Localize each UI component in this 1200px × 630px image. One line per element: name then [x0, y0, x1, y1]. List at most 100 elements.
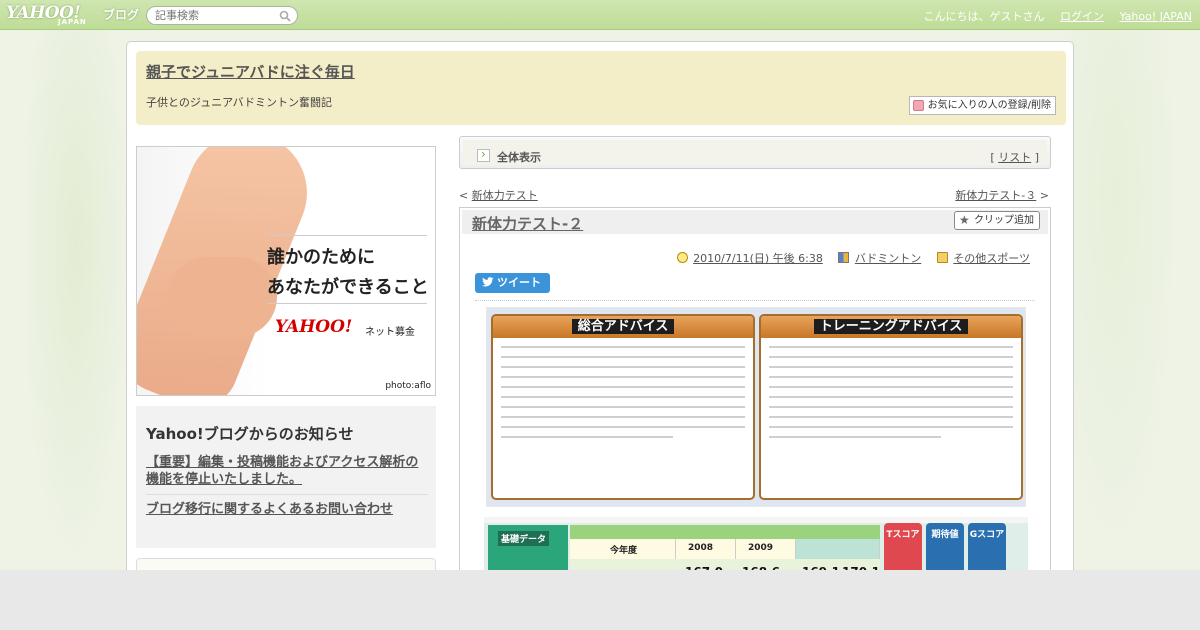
tweet-label: ツイート: [497, 276, 541, 289]
next-mark: >: [1039, 189, 1049, 202]
text-line: [501, 416, 745, 418]
training-advice-title-text: トレーニングアドバイス: [813, 319, 969, 334]
table-cell: [796, 539, 880, 559]
notice-divider: [146, 494, 428, 495]
view-mode-bar-inner: 全体表示 [ リスト ]: [463, 140, 1047, 165]
text-line: [769, 436, 941, 438]
article-title[interactable]: 新体力テスト-２: [472, 213, 583, 234]
general-advice-title: 総合アドバイス: [493, 316, 753, 338]
yahoo-blog-notice: Yahoo!ブログからのお知らせ 【重要】編集・投稿機能およびアクセス解析の機能…: [136, 406, 436, 548]
training-advice-panel: トレーニングアドバイス: [759, 314, 1023, 500]
clock-icon: [676, 252, 688, 263]
charity-ad-banner[interactable]: 誰かのために あなたができること YAHOO! ネット募金 photo:aflo: [136, 146, 436, 396]
list-view-link[interactable]: リスト: [998, 151, 1031, 164]
text-line: [501, 346, 745, 348]
text-line: [769, 396, 1013, 398]
prev-article-nav: < 新体力テスト: [459, 187, 538, 203]
yahoo-blog-logo[interactable]: YAHOO! JAPAN ブログ: [6, 3, 140, 27]
login-link[interactable]: ログイン: [1060, 10, 1104, 23]
search-box: [146, 6, 298, 25]
favorite-icon: [912, 100, 924, 111]
top-nav: こんにちは、ゲストさん ログイン Yahoo! JAPAN: [923, 8, 1192, 24]
ad-logo-sub: ネット募金: [365, 327, 415, 338]
text-line: [501, 386, 745, 388]
article-category-link[interactable]: バドミントン: [855, 252, 921, 265]
text-line: [501, 406, 745, 408]
greeting-text: こんにちは、ゲストさん: [923, 10, 1045, 23]
logo-blog: ブログ: [103, 8, 140, 22]
background-decoration-left: [20, 30, 130, 570]
text-line: [501, 396, 745, 398]
article-datetime-link[interactable]: 2010/7/11(日) 午後 6:38: [693, 252, 823, 265]
table-cell: 今年度: [570, 539, 676, 559]
favorite-register-label: お気に入りの人の登録/削除: [927, 100, 1051, 111]
notice-link-faq[interactable]: ブログ移行に関するよくあるお問い合わせ: [146, 501, 428, 518]
text-line: [501, 366, 745, 368]
advice-scan-image[interactable]: 総合アドバイス トレーニングアドバイス: [486, 307, 1026, 507]
next-article-link[interactable]: 新体力テスト-３: [955, 189, 1036, 202]
prev-mark: <: [459, 189, 469, 202]
col-this-year: 今年度: [610, 546, 638, 556]
ad-headline-1: 誰かのために: [267, 247, 375, 268]
view-all-label: 全体表示: [497, 151, 541, 164]
clip-add-label: クリップ追加: [974, 215, 1034, 226]
arrow-right-icon: [477, 147, 490, 162]
table-cell: 2009: [736, 539, 796, 559]
bottom-band: [0, 570, 1200, 630]
text-line: [769, 416, 1013, 418]
table-header-strip: [570, 525, 880, 539]
blog-header: 親子でジュニアバドに注ぐ毎日 子供とのジュニアバドミントン奮闘記 お気に入りの人…: [136, 51, 1066, 125]
expected-value-label: 期待値: [931, 530, 959, 540]
ad-headline-2: あなたができること: [267, 277, 429, 298]
table-cell: 2008: [676, 539, 736, 559]
view-mode-bar: 全体表示 [ リスト ]: [459, 136, 1051, 169]
t-score-label: Tスコア: [886, 530, 920, 540]
logo-sub: JAPAN: [58, 18, 87, 26]
search-icon[interactable]: [279, 10, 291, 22]
text-line: [769, 366, 1013, 368]
g-score-label: Gスコア: [969, 530, 1005, 540]
col-2008: 2008: [688, 543, 714, 553]
general-advice-panel: 総合アドバイス: [491, 314, 755, 500]
article-header: 新体力テスト-２ ★ クリップ追加: [462, 210, 1048, 234]
next-article-nav: 新体力テスト-３ >: [955, 187, 1049, 203]
blog-description: 子供とのジュニアバドミントン奮闘記: [146, 96, 333, 109]
text-line: [769, 376, 1013, 378]
text-line: [769, 386, 1013, 388]
search-input[interactable]: [155, 9, 275, 23]
ad-divider: [267, 303, 427, 304]
text-line: [769, 346, 1013, 348]
top-bar: YAHOO! JAPAN ブログ こんにちは、ゲストさん ログイン Yahoo!…: [0, 0, 1200, 30]
list-bracket-open: [: [990, 151, 995, 164]
tweet-button[interactable]: ツイート: [475, 273, 550, 293]
ad-yahoo-logo: YAHOO!: [275, 317, 353, 337]
basic-data-label: 基礎データ: [498, 531, 550, 546]
clip-add-button[interactable]: ★ クリップ追加: [954, 211, 1040, 230]
notice-heading: Yahoo!ブログからのお知らせ: [146, 425, 354, 443]
text-line: [501, 436, 673, 438]
training-advice-title: トレーニングアドバイス: [761, 316, 1021, 338]
col-2009: 2009: [748, 543, 774, 553]
ad-hand-image: [167, 257, 277, 337]
text-line: [769, 356, 1013, 358]
list-bracket-close: ]: [1034, 151, 1039, 164]
star-icon: ★: [959, 213, 970, 227]
article-divider: [475, 300, 1035, 301]
notice-link-important[interactable]: 【重要】編集・投稿機能およびアクセス解析の機能を停止いたしました。: [146, 454, 428, 488]
text-line: [501, 356, 745, 358]
folder-icon: [936, 252, 948, 263]
article-folder-link[interactable]: その他スポーツ: [953, 252, 1030, 265]
list-view: [ リスト ]: [990, 149, 1039, 165]
text-line: [769, 406, 1013, 408]
blog-title[interactable]: 親子でジュニアバドに注ぐ毎日: [146, 61, 355, 82]
favorite-register-button[interactable]: お気に入りの人の登録/削除: [908, 96, 1056, 115]
prev-article-link[interactable]: 新体力テスト: [472, 189, 538, 202]
main-panel: 親子でジュニアバドに注ぐ毎日 子供とのジュニアバドミントン奮闘記 お気に入りの人…: [126, 41, 1074, 588]
ad-divider: [267, 235, 427, 236]
text-line: [769, 426, 1013, 428]
text-line: [501, 426, 745, 428]
ad-photo-credit: photo:aflo: [385, 381, 431, 391]
general-advice-title-text: 総合アドバイス: [571, 319, 675, 334]
yahoo-japan-link[interactable]: Yahoo! JAPAN: [1119, 10, 1192, 23]
article: 新体力テスト-２ ★ クリップ追加 2010/7/11(日) 午後 6:38 バ…: [459, 207, 1051, 587]
